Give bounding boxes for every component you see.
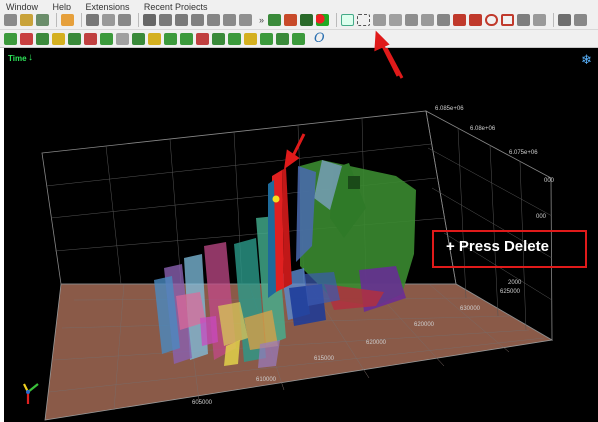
lasso-icon[interactable]	[453, 13, 467, 26]
tool-row2-icon-3[interactable]	[36, 32, 49, 45]
tool-row2-icon-11[interactable]	[164, 32, 177, 45]
warning-icon[interactable]	[143, 13, 156, 26]
menu-recent-projects[interactable]: Recent Projects	[144, 2, 208, 10]
redo-icon[interactable]	[175, 13, 188, 26]
undo-icon[interactable]	[159, 13, 172, 26]
rect-icon[interactable]	[501, 13, 515, 26]
tool-row2-icon-7[interactable]	[100, 32, 113, 45]
axis-tick-label: 6.08e+06	[470, 126, 496, 132]
menu-bar: Window Help Extensions Recent Projects	[0, 0, 598, 10]
tool-row2-icon-4[interactable]	[52, 32, 65, 45]
axis-tick-label: 610000	[256, 377, 277, 383]
copy-icon[interactable]	[574, 13, 588, 26]
callout-text: + Press Delete	[446, 238, 549, 255]
time-down-arrow-icon: ↓	[28, 52, 33, 63]
refresh-icon[interactable]	[191, 13, 204, 26]
tool-row2-icon-1[interactable]	[4, 32, 17, 45]
overflow-chevron-icon[interactable]: »	[259, 15, 264, 25]
vertical-icon[interactable]	[223, 13, 236, 26]
tool-row2-icon-18[interactable]	[276, 32, 289, 45]
tool-row2-icon-6[interactable]	[84, 32, 97, 45]
tool-row2-icon-10[interactable]	[148, 32, 161, 45]
color-icon[interactable]	[316, 13, 330, 26]
arrow-to-fault	[284, 133, 306, 170]
polygon-icon[interactable]	[469, 13, 483, 26]
fault-icon[interactable]	[300, 13, 314, 26]
scissors-icon[interactable]	[102, 13, 115, 26]
pointer-icon[interactable]	[341, 13, 355, 26]
axis-tick-label: 615000	[314, 356, 335, 362]
axis-tick-label: 6.085e+06	[435, 106, 464, 112]
open-icon[interactable]	[4, 13, 17, 26]
selection-handle	[272, 195, 280, 203]
ellipse-icon[interactable]	[485, 13, 499, 26]
orient-icon[interactable]: O	[314, 31, 325, 46]
more-icon[interactable]	[239, 13, 252, 26]
tool-row2-icon-12[interactable]	[180, 32, 193, 45]
tool-row2-icon-2[interactable]	[20, 32, 33, 45]
well-icon[interactable]	[284, 13, 298, 26]
menu-window[interactable]: Window	[6, 2, 38, 10]
pan-icon[interactable]	[207, 13, 220, 26]
axis-tick-label: 000	[544, 178, 555, 184]
edit-icon[interactable]	[86, 13, 99, 26]
save-icon[interactable]	[20, 13, 33, 26]
tool-row2-icon-16[interactable]	[244, 32, 257, 45]
arrow-to-pointer-icon	[384, 48, 404, 79]
time-label: Time	[8, 54, 27, 63]
image-icon[interactable]	[61, 13, 74, 26]
tool-row2-icon-17[interactable]	[260, 32, 273, 45]
axis-tick-label: 2000	[508, 280, 522, 286]
menu-help[interactable]: Help	[52, 2, 71, 10]
tool-row2-icon-8[interactable]	[116, 32, 129, 45]
camera-icon[interactable]	[558, 13, 572, 26]
3d-viewport[interactable]: 6.085e+06 6.08e+06 6.075e+06 000 000 200…	[4, 48, 598, 422]
menu-extensions[interactable]: Extensions	[85, 2, 129, 10]
main-toolbar: »	[0, 10, 598, 30]
axis-tick-label: 625000	[500, 289, 521, 295]
save-view-icon[interactable]	[517, 13, 531, 26]
rect-select-icon[interactable]	[357, 13, 371, 26]
seismic-icon[interactable]	[268, 13, 282, 26]
hand-icon[interactable]	[389, 13, 403, 26]
triangle-icon[interactable]	[533, 13, 547, 26]
axis-tick-label: 605000	[192, 400, 213, 406]
axis-tick-label: 000	[536, 214, 547, 220]
tool-row2-icon-9[interactable]	[132, 32, 145, 45]
axis-tick-label: 620000	[366, 340, 387, 346]
secondary-toolbar: O	[0, 30, 598, 48]
tool-row2-icon-5[interactable]	[68, 32, 81, 45]
plus-icon[interactable]	[373, 13, 387, 26]
tool-row2-icon-13[interactable]	[196, 32, 209, 45]
axis-tick-label: 620000	[414, 322, 435, 328]
axis-tick-label: 630000	[460, 306, 481, 312]
tool-row2-icon-19[interactable]	[292, 32, 305, 45]
erase-icon[interactable]	[437, 13, 451, 26]
axis-tick-label: 6.075e+06	[509, 150, 538, 156]
press-delete-callout: + Press Delete	[432, 230, 587, 268]
zoom-icon[interactable]	[405, 13, 419, 26]
axis-gizmo-icon	[23, 383, 39, 404]
move-icon[interactable]	[118, 13, 131, 26]
tool-row2-icon-15[interactable]	[228, 32, 241, 45]
snowflake-icon[interactable]: ❄	[581, 52, 592, 68]
layers-icon[interactable]	[36, 13, 49, 26]
tool-row2-icon-14[interactable]	[212, 32, 225, 45]
fit-icon[interactable]	[421, 13, 435, 26]
